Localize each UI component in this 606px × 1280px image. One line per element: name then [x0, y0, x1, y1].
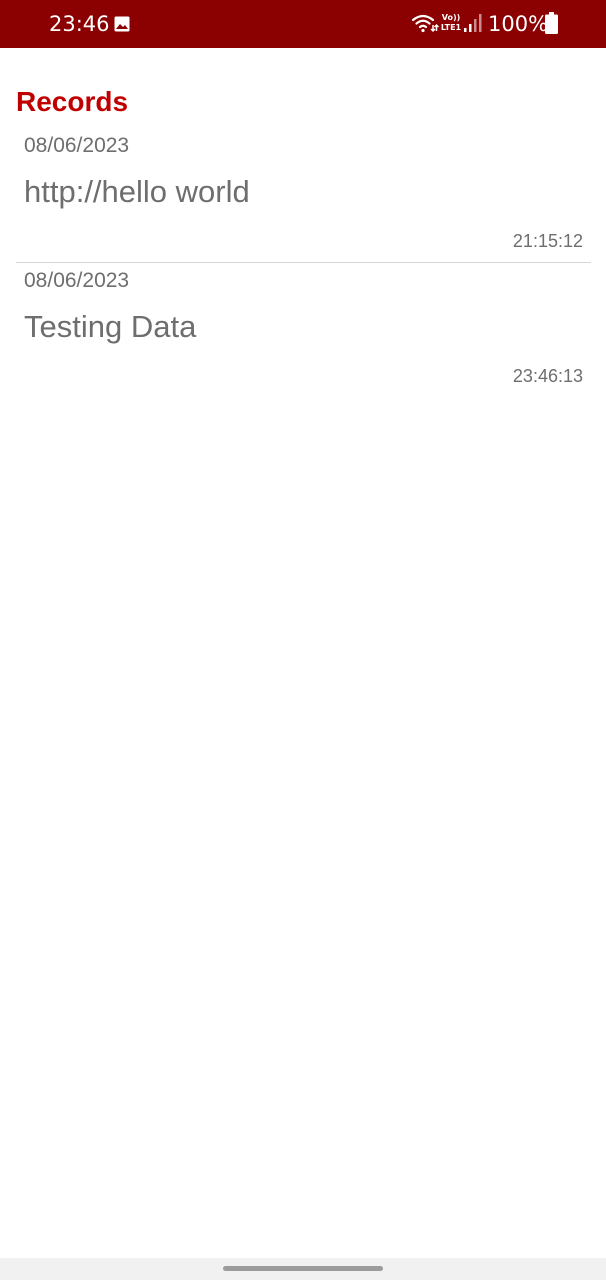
record-content: Testing Data: [24, 309, 197, 344]
page-title: Records: [16, 86, 129, 117]
status-bar: 23:46 Vo)) LTE1 100%: [0, 0, 606, 48]
list-item[interactable]: 08/06/2023 Testing Data 23:46:13: [16, 263, 591, 397]
list-item[interactable]: 08/06/2023 http://hello world 21:15:12: [16, 128, 591, 263]
record-time: 23:46:13: [512, 366, 583, 386]
signal-icon: [464, 14, 482, 32]
records-list: 08/06/2023 http://hello world 21:15:12 0…: [16, 128, 591, 397]
battery-percent: 100%: [488, 12, 549, 36]
navigation-bar: [0, 1258, 606, 1280]
battery-icon: [545, 12, 558, 34]
record-date: 08/06/2023: [24, 134, 130, 157]
record-date: 08/06/2023: [24, 269, 130, 292]
home-indicator[interactable]: [223, 1266, 383, 1271]
wifi-icon: [411, 14, 439, 33]
record-time: 21:15:12: [512, 231, 583, 251]
status-time: 23:46: [49, 12, 110, 36]
gallery-icon: [114, 16, 130, 32]
volte-icon: Vo)) LTE1: [440, 13, 462, 32]
record-content: http://hello world: [24, 174, 250, 209]
